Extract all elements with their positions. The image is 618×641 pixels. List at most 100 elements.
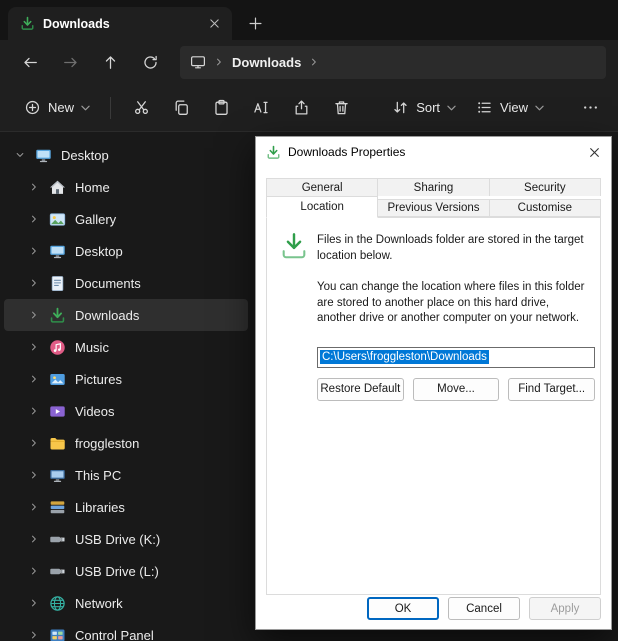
chevron-right-icon [28, 309, 40, 321]
tab-customise[interactable]: Customise [490, 199, 601, 217]
refresh-button[interactable] [132, 45, 168, 79]
usb-drive-icon [49, 531, 66, 548]
new-tab-button[interactable] [238, 7, 272, 40]
find-target-button[interactable]: Find Target... [508, 378, 595, 401]
sidebar-item-videos[interactable]: Videos [4, 395, 248, 427]
sidebar-item-usb-l[interactable]: USB Drive (L:) [4, 555, 248, 587]
cut-button[interactable] [121, 91, 161, 125]
new-button[interactable]: New [14, 91, 100, 125]
sidebar-item-label: Home [75, 180, 110, 195]
scissors-icon [133, 99, 150, 116]
videos-icon [49, 403, 66, 420]
chevron-right-icon [28, 501, 40, 513]
chevron-right-icon [28, 373, 40, 385]
forward-button[interactable] [52, 45, 88, 79]
trash-icon [333, 99, 350, 116]
delete-button[interactable] [321, 91, 361, 125]
sidebar-item-label: Videos [75, 404, 115, 419]
this-pc-icon [49, 467, 66, 484]
chevron-right-icon [28, 469, 40, 481]
control-panel-icon [49, 627, 66, 641]
chevron-right-icon [28, 277, 40, 289]
sidebar-item-label: Control Panel [75, 628, 154, 641]
sidebar-item-network[interactable]: Network [4, 587, 248, 619]
address-bar[interactable]: Downloads [180, 46, 606, 79]
cancel-button[interactable]: Cancel [448, 597, 520, 620]
ok-button[interactable]: OK [367, 597, 439, 620]
chevron-down-icon [14, 149, 26, 161]
tab-general[interactable]: General [266, 178, 378, 196]
more-options-button[interactable] [572, 91, 608, 125]
intro-text: Files in the Downloads folder are stored… [317, 231, 588, 264]
sidebar-item-this-pc[interactable]: This PC [4, 459, 248, 491]
chevron-right-icon [28, 597, 40, 609]
dialog-title-bar: Downloads Properties [256, 137, 611, 167]
back-button[interactable] [12, 45, 48, 79]
chevron-right-icon [28, 181, 40, 193]
sidebar-item-desktop-root[interactable]: Desktop [4, 139, 248, 171]
restore-default-button[interactable]: Restore Default [317, 378, 404, 401]
desktop-icon [35, 147, 52, 164]
navigation-sidebar: Desktop Home Gallery Desktop Documen [0, 133, 252, 641]
sort-button[interactable]: Sort [382, 91, 466, 125]
new-button-label: New [48, 100, 74, 115]
file-explorer-window: Downloads Downloads [0, 0, 618, 641]
plus-icon [249, 17, 262, 30]
sidebar-item-label: Network [75, 596, 123, 611]
tab-security[interactable]: Security [490, 178, 601, 196]
copy-icon [173, 99, 190, 116]
gallery-icon [49, 211, 66, 228]
share-icon [293, 99, 310, 116]
chevron-right-icon [308, 56, 320, 68]
command-toolbar: New Sort View [0, 84, 618, 132]
sidebar-item-pictures[interactable]: Pictures [4, 363, 248, 395]
sidebar-item-documents[interactable]: Documents [4, 267, 248, 299]
sidebar-item-downloads[interactable]: Downloads [4, 299, 248, 331]
location-tab-panel: Files in the Downloads folder are stored… [266, 217, 601, 595]
sidebar-item-control-panel[interactable]: Control Panel [4, 619, 248, 641]
dialog-footer: OK Cancel Apply [367, 597, 601, 620]
sidebar-item-label: Music [75, 340, 109, 355]
tab-sharing[interactable]: Sharing [378, 178, 489, 196]
rename-icon [253, 99, 270, 116]
explorer-tab-downloads[interactable]: Downloads [8, 7, 232, 40]
forward-arrow-icon [62, 54, 79, 71]
view-list-icon [476, 99, 493, 116]
download-icon [266, 145, 281, 160]
libraries-icon [49, 499, 66, 516]
documents-icon [49, 275, 66, 292]
pictures-icon [49, 371, 66, 388]
desktop-icon [49, 243, 66, 260]
chevron-right-icon [28, 629, 40, 641]
rename-button[interactable] [241, 91, 281, 125]
chevron-right-icon [28, 533, 40, 545]
dialog-close-button[interactable] [578, 138, 610, 166]
sidebar-item-label: This PC [75, 468, 121, 483]
location-path-input[interactable]: C:\Users\froggleston\Downloads [317, 347, 595, 368]
sidebar-item-usb-k[interactable]: USB Drive (K:) [4, 523, 248, 555]
sidebar-item-label: froggleston [75, 436, 139, 451]
apply-button[interactable]: Apply [529, 597, 601, 620]
up-button[interactable] [92, 45, 128, 79]
sidebar-item-froggleston[interactable]: froggleston [4, 427, 248, 459]
breadcrumb-location[interactable]: Downloads [232, 55, 301, 70]
sidebar-item-home[interactable]: Home [4, 171, 248, 203]
chevron-right-icon [213, 56, 225, 68]
up-arrow-icon [102, 54, 119, 71]
sidebar-item-gallery[interactable]: Gallery [4, 203, 248, 235]
tab-previous-versions[interactable]: Previous Versions [378, 199, 489, 217]
sidebar-item-desktop[interactable]: Desktop [4, 235, 248, 267]
sidebar-item-music[interactable]: Music [4, 331, 248, 363]
copy-button[interactable] [161, 91, 201, 125]
tab-close-button[interactable] [202, 12, 226, 36]
sidebar-item-libraries[interactable]: Libraries [4, 491, 248, 523]
tab-title: Downloads [43, 17, 194, 31]
move-button[interactable]: Move... [413, 378, 500, 401]
sort-arrows-icon [392, 99, 409, 116]
close-icon [209, 18, 220, 29]
view-button[interactable]: View [466, 91, 554, 125]
downloads-icon [49, 307, 66, 324]
tab-location[interactable]: Location [266, 196, 378, 218]
paste-button[interactable] [201, 91, 241, 125]
share-button[interactable] [281, 91, 321, 125]
